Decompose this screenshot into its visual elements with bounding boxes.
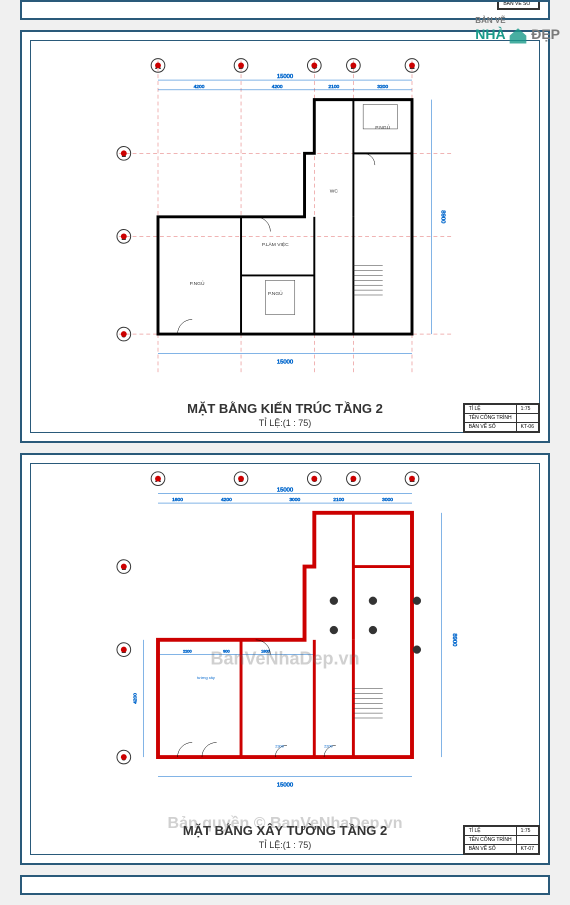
svg-text:8900: 8900 (451, 633, 457, 647)
svg-text:3200: 3200 (377, 84, 388, 90)
logo-line2: NHÀ (475, 26, 505, 42)
svg-text:4200: 4200 (221, 497, 232, 503)
svg-text:WC: WC (330, 188, 339, 194)
svg-text:2100: 2100 (328, 84, 339, 90)
drawing-frame-1: A B C D E 1 2 3 15000 4200 4200 2100 (20, 30, 550, 443)
partial-frame-top: TỈ LỆ1:75 BẢN VẼ SỐ (20, 0, 550, 20)
title-block-1: TỈ LỆ1:75 TÊN CÔNG TRÌNH BẢN VẼ SỐKT-06 (463, 403, 540, 433)
svg-text:8900: 8900 (439, 210, 445, 224)
drawing-area-1: A B C D E 1 2 3 15000 4200 4200 2100 (30, 40, 540, 433)
svg-text:P.NGỦ: P.NGỦ (268, 290, 283, 297)
house-icon (508, 26, 528, 46)
logo-line1: BẢN VẼ (475, 16, 505, 25)
svg-text:4200: 4200 (133, 692, 139, 703)
svg-text:2200: 2200 (183, 648, 192, 653)
svg-text:P.NGỦ: P.NGỦ (190, 280, 205, 287)
svg-text:P.LÀM VIỆC: P.LÀM VIỆC (262, 240, 289, 248)
svg-text:2100: 2100 (333, 497, 344, 503)
drawing-frame-2: BanVeNhaDep.vn Bản quyền © BanVeNhaDep.v… (20, 453, 550, 866)
svg-text:1600: 1600 (172, 497, 183, 503)
svg-text:15000: 15000 (277, 359, 294, 365)
watermark-copyright: Bản quyền © BanVeNhaDep.vn (168, 815, 403, 833)
svg-text:3000: 3000 (382, 497, 393, 503)
svg-text:15000: 15000 (277, 782, 294, 788)
svg-text:2200: 2200 (324, 743, 333, 748)
svg-text:15000: 15000 (277, 487, 294, 493)
logo-line3: ĐẸP (531, 26, 560, 42)
svg-text:4200: 4200 (272, 84, 283, 90)
svg-text:P.NGỦ: P.NGỦ (375, 124, 390, 131)
title-block-partial: TỈ LỆ1:75 BẢN VẼ SỐ (497, 0, 540, 10)
site-logo: BẢN VẼ NHÀ ĐẸP (475, 15, 560, 46)
title-block-2: TỈ LỆ1:75 TÊN CÔNG TRÌNH BẢN VẼ SỐKT-07 (463, 825, 540, 855)
floorplan-2-svg: 15000 1600 4200 3000 2100 3000 2200 900 … (31, 464, 539, 816)
svg-text:4200: 4200 (194, 84, 205, 90)
svg-text:tường xây: tường xây (197, 675, 215, 680)
watermark-center: BanVeNhaDep.vn (210, 649, 359, 670)
svg-text:3000: 3000 (289, 497, 300, 503)
svg-text:2300: 2300 (275, 743, 284, 748)
svg-text:15000: 15000 (277, 74, 294, 80)
floorplan-1-svg: A B C D E 1 2 3 15000 4200 4200 2100 (31, 41, 539, 393)
page-container: TỈ LỆ1:75 BẢN VẼ SỐ (0, 0, 570, 895)
partial-frame-bottom (20, 875, 550, 895)
